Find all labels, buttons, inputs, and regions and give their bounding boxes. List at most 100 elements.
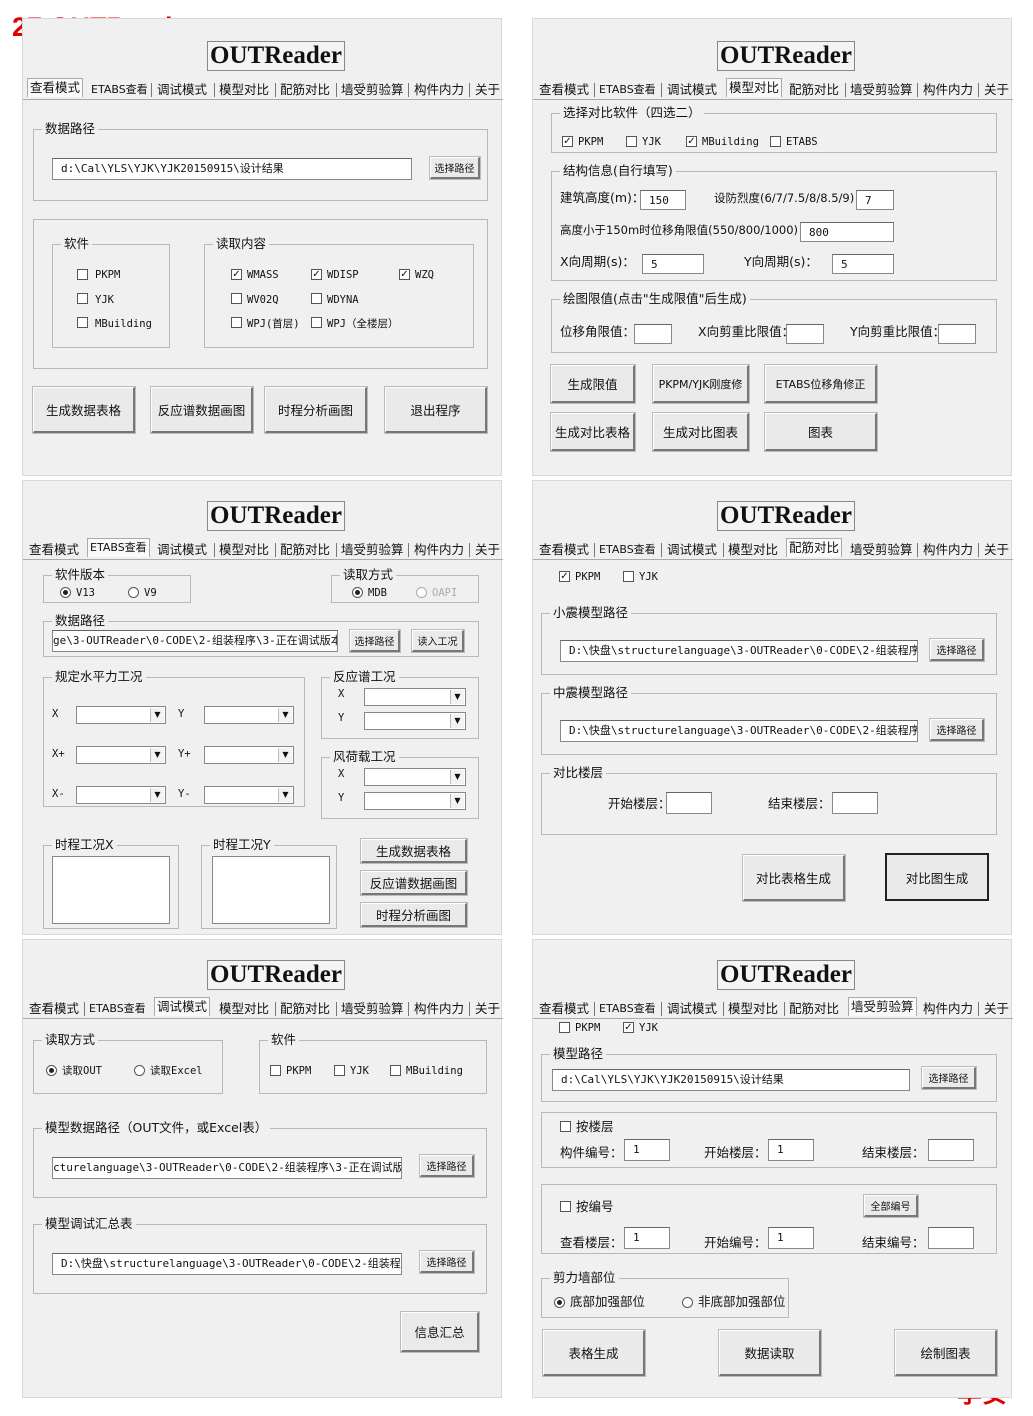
path-input[interactable]: d:\Cal\YLS\YJK\YJK20150915\设计结果 bbox=[52, 158, 412, 180]
tab-rebar-compare[interactable]: 配筋对比 bbox=[280, 81, 330, 99]
v9-radio[interactable] bbox=[128, 587, 139, 598]
yjk-checkbox[interactable] bbox=[334, 1065, 345, 1076]
spectrum-plot-button[interactable]: 反应谱数据画图 bbox=[360, 870, 468, 896]
spectrum-y-select[interactable]: ▼ bbox=[364, 712, 466, 730]
by-floor-checkbox[interactable] bbox=[560, 1121, 571, 1132]
tab-etabs[interactable]: ETABS查看 bbox=[599, 81, 656, 99]
read-excel-radio[interactable] bbox=[134, 1065, 145, 1076]
tab-about[interactable]: 关于 bbox=[984, 1000, 1009, 1018]
tab-view[interactable]: 查看模式 bbox=[29, 1000, 79, 1018]
tab-about[interactable]: 关于 bbox=[475, 81, 500, 99]
timehistory-x-list[interactable] bbox=[52, 856, 170, 924]
etabs-drift-fix-button[interactable]: ETABS位移角修正 bbox=[764, 364, 878, 404]
start-no-input[interactable]: 1 bbox=[768, 1227, 814, 1249]
yjk-checkbox[interactable] bbox=[623, 571, 634, 582]
tab-member-force[interactable]: 构件内力 bbox=[414, 1000, 464, 1018]
tab-rebar-compare[interactable]: 配筋对比 bbox=[789, 1000, 839, 1018]
wdyna-checkbox[interactable] bbox=[311, 293, 322, 304]
tab-view[interactable]: 查看模式 bbox=[27, 78, 84, 97]
pkpm-checkbox[interactable] bbox=[559, 1022, 570, 1033]
table-generate-button[interactable]: 表格生成 bbox=[542, 1329, 646, 1377]
yperiod-input[interactable]: 5 bbox=[832, 254, 894, 274]
tab-debug[interactable]: 调试模式 bbox=[154, 997, 211, 1016]
stiffness-fix-button[interactable]: PKPM/YJK刚度修 bbox=[652, 364, 750, 404]
tab-rebar-compare[interactable]: 配筋对比 bbox=[280, 1000, 330, 1018]
choose-path-button[interactable]: 选择路径 bbox=[419, 1250, 475, 1274]
tab-debug[interactable]: 调试模式 bbox=[667, 81, 717, 99]
choose-path-button[interactable]: 选择路径 bbox=[921, 1066, 977, 1090]
tab-wall-shear[interactable]: 墙受剪验算 bbox=[850, 81, 913, 99]
spectrum-plot-button[interactable]: 反应谱数据画图 bbox=[150, 386, 254, 434]
yjk-checkbox[interactable] bbox=[626, 136, 637, 147]
timehistory-plot-button[interactable]: 时程分析画图 bbox=[360, 902, 468, 928]
wv02q-checkbox[interactable] bbox=[231, 293, 242, 304]
tab-rebar-compare[interactable]: 配筋对比 bbox=[786, 538, 843, 557]
tab-view[interactable]: 查看模式 bbox=[539, 1000, 589, 1018]
mid-eq-path-input[interactable]: D:\快盘\structurelanguage\3-OUTReader\0-CO… bbox=[560, 720, 918, 742]
by-number-checkbox[interactable] bbox=[560, 1201, 571, 1212]
tab-member-force[interactable]: 构件内力 bbox=[923, 81, 973, 99]
y-plus-select[interactable]: ▼ bbox=[204, 746, 294, 764]
end-floor-input[interactable] bbox=[832, 792, 878, 814]
tab-model-compare[interactable]: 模型对比 bbox=[728, 541, 778, 559]
end-floor-input[interactable] bbox=[928, 1139, 974, 1161]
yjk-checkbox[interactable] bbox=[77, 293, 88, 304]
tab-model-compare[interactable]: 模型对比 bbox=[219, 81, 269, 99]
draw-chart-button[interactable]: 绘制图表 bbox=[894, 1329, 998, 1377]
y-minus-select[interactable]: ▼ bbox=[204, 786, 294, 804]
tab-model-compare[interactable]: 模型对比 bbox=[219, 541, 269, 559]
tab-member-force[interactable]: 构件内力 bbox=[414, 81, 464, 99]
all-numbers-button[interactable]: 全部编号 bbox=[863, 1194, 919, 1218]
tab-about[interactable]: 关于 bbox=[475, 1000, 500, 1018]
x-minus-select[interactable]: ▼ bbox=[76, 786, 166, 804]
tab-etabs[interactable]: ETABS查看 bbox=[599, 541, 656, 559]
tab-about[interactable]: 关于 bbox=[984, 541, 1009, 559]
read-case-button[interactable]: 读入工况 bbox=[411, 629, 465, 653]
pkpm-checkbox[interactable]: ✓ bbox=[559, 571, 570, 582]
view-floor-input[interactable]: 1 bbox=[624, 1227, 670, 1249]
tab-view[interactable]: 查看模式 bbox=[539, 541, 589, 559]
tab-about[interactable]: 关于 bbox=[984, 81, 1009, 99]
tab-rebar-compare[interactable]: 配筋对比 bbox=[789, 81, 839, 99]
tab-rebar-compare[interactable]: 配筋对比 bbox=[280, 541, 330, 559]
v13-radio[interactable] bbox=[60, 587, 71, 598]
tab-view[interactable]: 查看模式 bbox=[29, 541, 79, 559]
start-floor-input[interactable] bbox=[666, 792, 712, 814]
end-no-input[interactable] bbox=[928, 1227, 974, 1249]
bottom-reinforced-radio[interactable] bbox=[554, 1297, 565, 1308]
wind-y-select[interactable]: ▼ bbox=[364, 792, 466, 810]
x-select[interactable]: ▼ bbox=[76, 706, 166, 724]
data-read-button[interactable]: 数据读取 bbox=[718, 1329, 822, 1377]
compare-table-button[interactable]: 对比表格生成 bbox=[742, 854, 846, 902]
compare-chart-button[interactable]: 对比图生成 bbox=[885, 853, 989, 901]
generate-table-button[interactable]: 生成数据表格 bbox=[360, 838, 468, 864]
mbuilding-checkbox[interactable] bbox=[390, 1065, 401, 1076]
generate-compare-chart-button[interactable]: 生成对比图表 bbox=[652, 412, 750, 452]
drift-input[interactable]: 800 bbox=[800, 222, 894, 242]
model-path-input[interactable]: d:\Cal\YLS\YJK\YJK20150915\设计结果 bbox=[552, 1069, 910, 1091]
xperiod-input[interactable]: 5 bbox=[642, 254, 704, 274]
x-plus-select[interactable]: ▼ bbox=[76, 746, 166, 764]
tab-etabs[interactable]: ETABS查看 bbox=[599, 1000, 656, 1018]
choose-path-button[interactable]: 选择路径 bbox=[349, 629, 401, 653]
tab-model-compare[interactable]: 模型对比 bbox=[726, 78, 783, 97]
generate-compare-table-button[interactable]: 生成对比表格 bbox=[550, 412, 636, 452]
tab-wall-shear[interactable]: 墙受剪验算 bbox=[848, 997, 917, 1016]
pkpm-checkbox[interactable] bbox=[270, 1065, 281, 1076]
disp-limit-input[interactable] bbox=[634, 324, 672, 344]
exit-button[interactable]: 退出程序 bbox=[384, 386, 488, 434]
tab-debug[interactable]: 调试模式 bbox=[667, 541, 717, 559]
path-input[interactable]: ge\3-OUTReader\0-CODE\2-组装程序\3-正在调试版本 bbox=[52, 630, 338, 652]
wmass-checkbox[interactable]: ✓ bbox=[231, 269, 242, 280]
mbuilding-checkbox[interactable] bbox=[77, 317, 88, 328]
member-no-input[interactable]: 1 bbox=[624, 1139, 670, 1161]
tab-wall-shear[interactable]: 墙受剪验算 bbox=[341, 81, 404, 99]
choose-path-button[interactable]: 选择路径 bbox=[429, 156, 481, 180]
non-bottom-reinforced-radio[interactable] bbox=[682, 1297, 693, 1308]
tab-wall-shear[interactable]: 墙受剪验算 bbox=[341, 541, 404, 559]
wind-x-select[interactable]: ▼ bbox=[364, 768, 466, 786]
pkpm-checkbox[interactable]: ✓ bbox=[562, 136, 573, 147]
intensity-input[interactable]: 7 bbox=[856, 190, 894, 210]
summary-path-input[interactable]: D:\快盘\structurelanguage\3-OUTReader\0-CO… bbox=[52, 1253, 402, 1275]
tab-wall-shear[interactable]: 墙受剪验算 bbox=[341, 1000, 404, 1018]
